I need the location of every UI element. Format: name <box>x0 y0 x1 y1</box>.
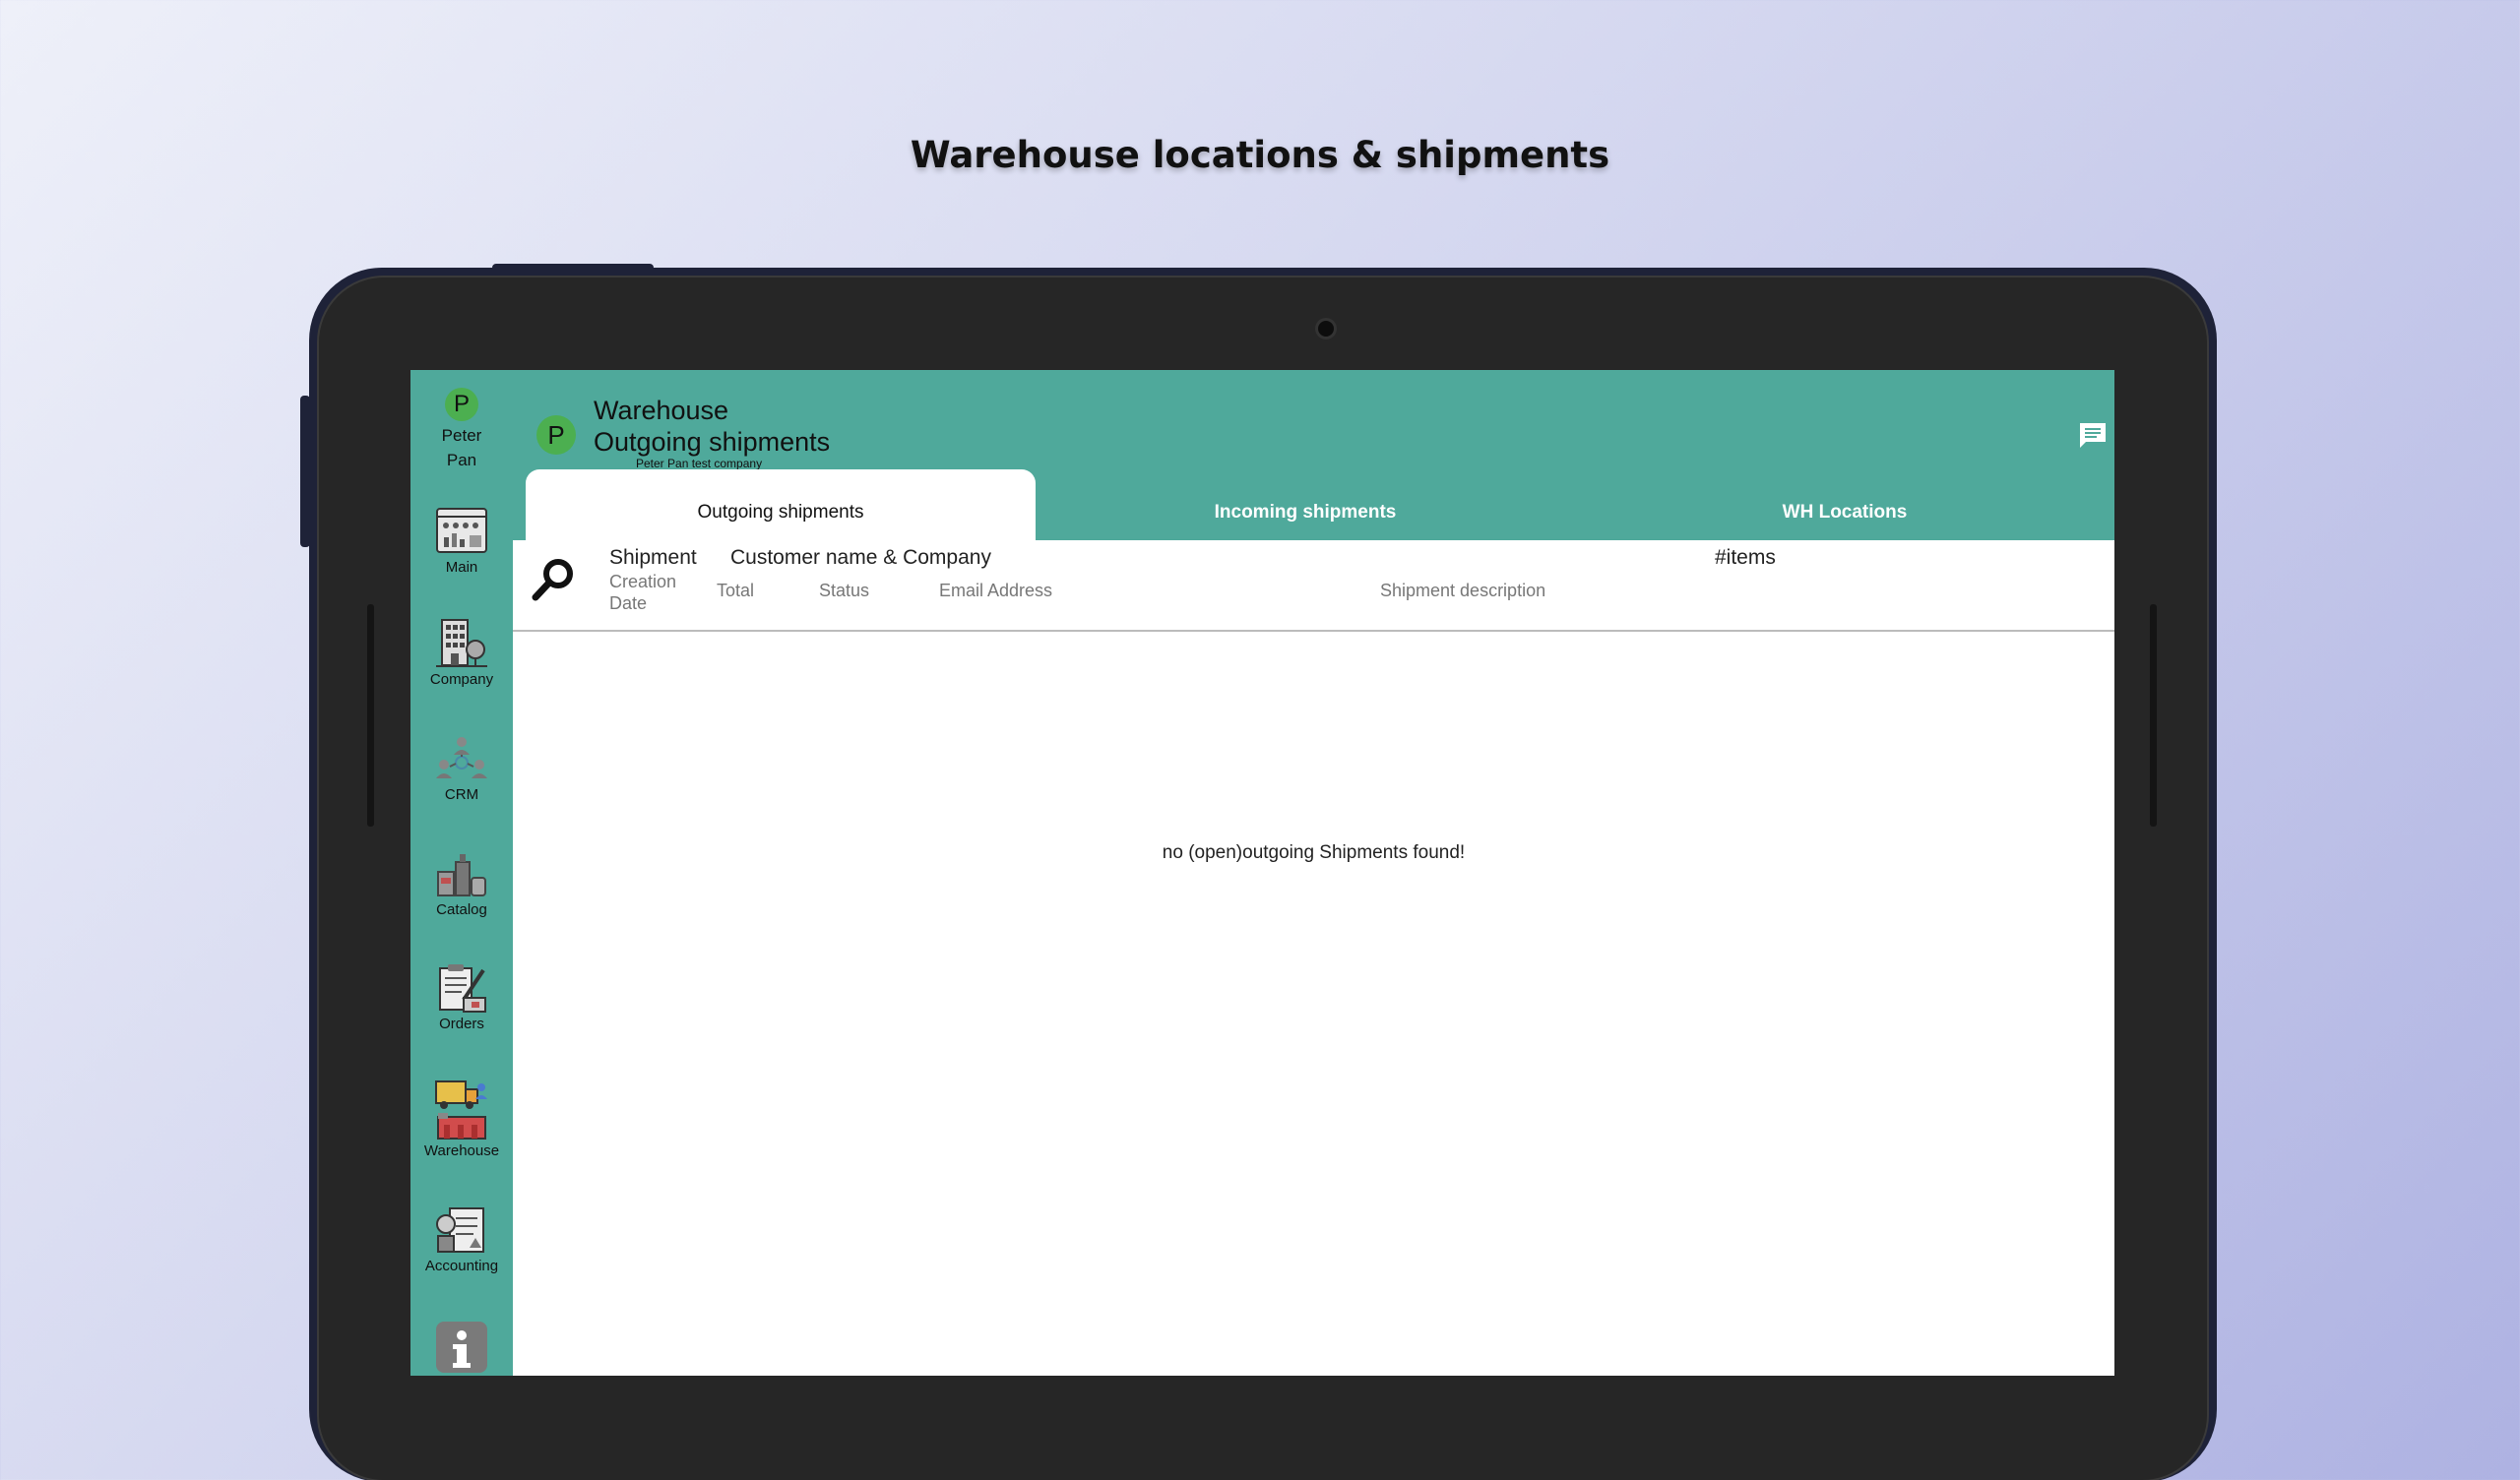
user-last-name: Pan <box>446 451 477 469</box>
page-subtitle: Outgoing shipments <box>594 427 831 457</box>
sidebar-item-label: Company <box>429 671 494 688</box>
order-form-icon <box>439 964 486 1013</box>
accounting-icon <box>436 1207 484 1253</box>
sidebar-item-label: CRM <box>444 786 479 803</box>
column-creation-date-line2: Date <box>609 593 648 613</box>
column-description: Shipment description <box>1380 581 1546 600</box>
people-network-icon <box>436 737 487 778</box>
page-headline: Warehouse locations & shipments <box>910 134 1610 176</box>
user-first-name: Peter <box>441 426 482 445</box>
camera-icon <box>1315 318 1337 339</box>
column-email: Email Address <box>939 581 1053 600</box>
sidebar-item-label: Catalog <box>436 901 487 918</box>
tab-incoming-shipments[interactable]: Incoming shipments <box>1036 469 1575 540</box>
sidebar-item-label: Warehouse <box>423 1142 500 1159</box>
dashboard-icon <box>436 508 487 553</box>
sidebar-item-catalog[interactable]: Catalog <box>410 848 513 918</box>
sidebar: P Peter Pan Main Company CRM Catalog Ord… <box>410 370 513 1376</box>
sidebar-item-label: Accounting <box>424 1258 499 1274</box>
search-icon[interactable] <box>531 556 576 603</box>
sidebar-item-main[interactable]: Main <box>410 506 513 576</box>
sidebar-user[interactable]: P Peter Pan <box>410 388 513 470</box>
bezel-slot-left <box>367 604 374 827</box>
sidebar-item-label: Orders <box>439 1016 484 1032</box>
bezel-slot-right <box>2150 604 2157 827</box>
sidebar-item-info[interactable] <box>410 1322 513 1373</box>
sidebar-item-orders[interactable]: Orders <box>410 962 513 1032</box>
column-creation-date-line1: Creation <box>609 572 677 591</box>
sidebar-item-accounting[interactable]: Accounting <box>410 1204 513 1274</box>
header-avatar[interactable]: P <box>536 415 576 455</box>
building-icon <box>436 619 487 667</box>
column-status: Status <box>819 581 870 600</box>
sidebar-item-company[interactable]: Company <box>410 618 513 688</box>
column-shipment: Shipment <box>609 546 697 569</box>
column-customer: Customer name & Company <box>730 546 991 569</box>
chat-icon[interactable] <box>2078 421 2108 449</box>
sidebar-item-label: Main <box>445 559 478 576</box>
empty-state-message: no (open)outgoing Shipments found! <box>1162 842 1466 863</box>
app-screen: P Peter Pan Main Company CRM Catalog Ord… <box>410 370 2114 1376</box>
info-icon <box>436 1322 487 1373</box>
column-items: #items <box>1715 546 1776 569</box>
column-total: Total <box>717 581 755 600</box>
company-name: Peter Pan test company <box>636 457 763 470</box>
warehouse-truck-icon <box>435 1080 487 1140</box>
sidebar-item-warehouse[interactable]: Warehouse <box>410 1078 513 1159</box>
products-icon <box>437 854 486 896</box>
table-header: Shipment Creation Date Customer name & C… <box>513 540 2114 632</box>
avatar[interactable]: P <box>445 388 478 421</box>
sidebar-item-crm[interactable]: CRM <box>410 733 513 803</box>
page-title: Warehouse <box>594 396 729 425</box>
tab-outgoing-shipments[interactable]: Outgoing shipments <box>526 469 1036 540</box>
tab-bar: Outgoing shipments Incoming shipments WH… <box>526 469 2114 540</box>
tab-wh-locations[interactable]: WH Locations <box>1575 469 2114 540</box>
